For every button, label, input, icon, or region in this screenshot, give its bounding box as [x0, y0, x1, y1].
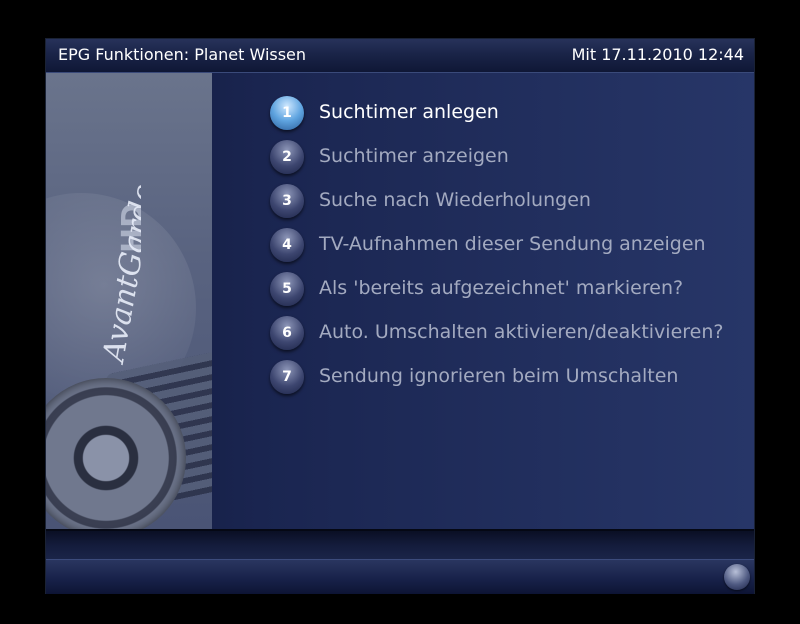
svg-text:HD: HD — [116, 203, 141, 253]
menu-item-label: Auto. Umschalten aktivieren/deaktivieren… — [319, 321, 724, 343]
menu-item-label: Suchtimer anzeigen — [319, 145, 509, 167]
avantgarde-hd-logo: AvantGarde HD — [96, 181, 141, 367]
menu-item-label: Suche nach Wiederholungen — [319, 189, 591, 211]
skin-artwork-panel: AvantGarde HD — [46, 73, 212, 529]
number-bullet: 7 — [270, 360, 304, 394]
menu-item-label: TV-Aufnahmen dieser Sendung anzeigen — [319, 233, 706, 255]
number-bullet: 1 — [270, 96, 304, 130]
menu-item-suchtimer-anzeigen[interactable]: 2 Suchtimer anzeigen — [270, 137, 740, 181]
number-bullet: 3 — [270, 184, 304, 218]
menu-item-label: Als 'bereits aufgezeichnet' markieren? — [319, 277, 684, 299]
number-bullet: 5 — [270, 272, 304, 306]
number-bullet: 6 — [270, 316, 304, 350]
number-bullet: 2 — [270, 140, 304, 174]
window-title: EPG Funktionen: Planet Wissen — [58, 45, 307, 64]
menu-item-aufgezeichnet-markieren[interactable]: 5 Als 'bereits aufgezeichnet' markieren? — [270, 269, 740, 313]
menu-item-suchtimer-anlegen[interactable]: 1 Suchtimer anlegen — [270, 93, 740, 137]
osd-window: EPG Funktionen: Planet Wissen Mit 17.11.… — [45, 38, 755, 594]
title-bar: EPG Funktionen: Planet Wissen Mit 17.11.… — [46, 39, 754, 73]
menu-area: AvantGarde HD 1 Suchtimer anlegen 2 Such… — [46, 73, 754, 529]
status-orb-icon — [724, 564, 750, 590]
menu-item-sendung-ignorieren[interactable]: 7 Sendung ignorieren beim Umschalten — [270, 357, 740, 401]
epg-function-menu: 1 Suchtimer anlegen 2 Suchtimer anzeigen… — [270, 93, 740, 401]
menu-item-auto-umschalten[interactable]: 6 Auto. Umschalten aktivieren/deaktivier… — [270, 313, 740, 357]
menu-item-tv-aufnahmen[interactable]: 4 TV-Aufnahmen dieser Sendung anzeigen — [270, 225, 740, 269]
menu-item-label: Suchtimer anlegen — [319, 101, 499, 123]
bottom-bar — [46, 559, 754, 594]
date-time: Mit 17.11.2010 12:44 — [571, 45, 744, 64]
number-bullet: 4 — [270, 228, 304, 262]
menu-item-suche-wiederholungen[interactable]: 3 Suche nach Wiederholungen — [270, 181, 740, 225]
menu-item-label: Sendung ignorieren beim Umschalten — [319, 365, 679, 387]
